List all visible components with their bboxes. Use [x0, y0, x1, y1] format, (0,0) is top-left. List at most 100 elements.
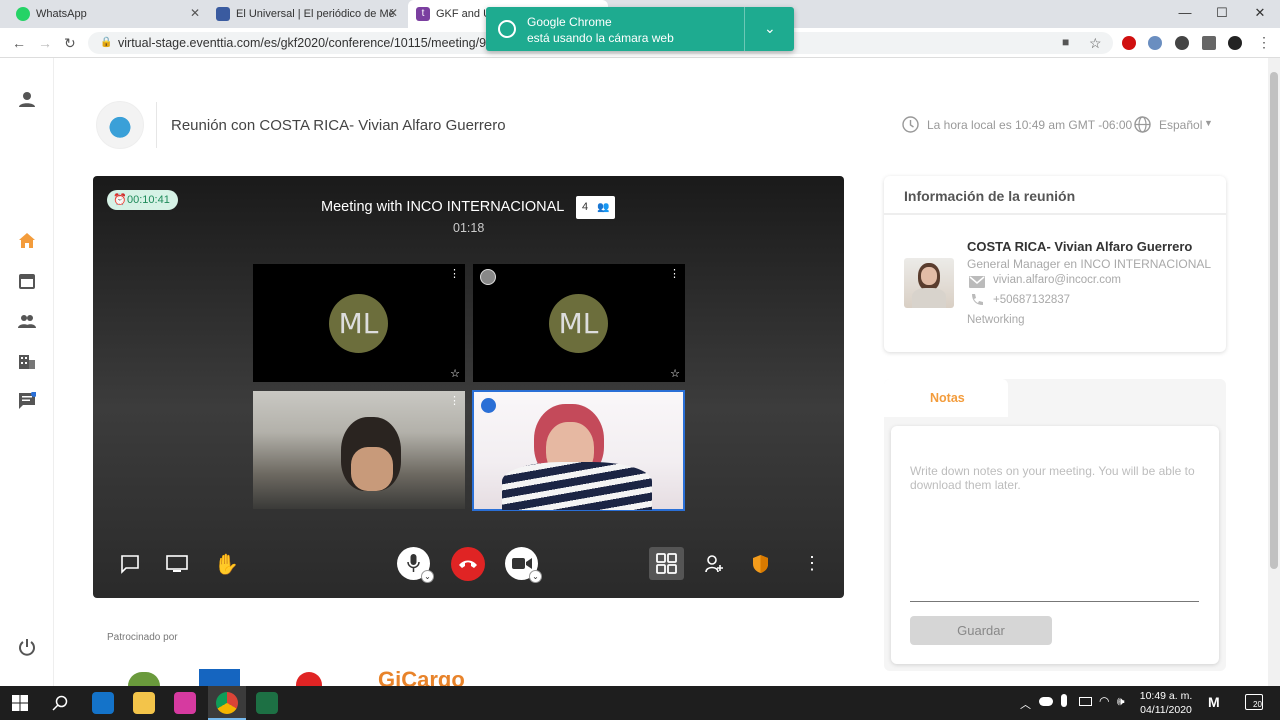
url-text: virtual-stage.eventtia.com/es/gkf2020/co…: [118, 36, 507, 50]
more-icon[interactable]: ⋮: [449, 267, 460, 280]
tab-label: El Universal | El periódico de Mé: [236, 8, 395, 20]
participant-count-value: 4: [582, 201, 589, 213]
connection-icon: [480, 269, 496, 285]
clock[interactable]: 10:49 a. m. 04/11/2020: [1137, 689, 1195, 717]
puzzle-icon[interactable]: [1202, 36, 1216, 50]
tab-label: WhatsApp: [36, 8, 87, 20]
phone-icon: [972, 294, 983, 305]
lock-icon: 🔒: [100, 37, 113, 48]
minimize-icon[interactable]: —: [1170, 2, 1200, 24]
video-tile[interactable]: ML ⋮ ☆: [253, 264, 465, 382]
search-icon[interactable]: [52, 695, 68, 711]
user-icon[interactable]: [18, 90, 36, 108]
whatsapp-app-icon[interactable]: [174, 692, 196, 714]
camera-notification[interactable]: Google Chrome está usando la cámara web …: [486, 7, 794, 51]
chevron-down-icon[interactable]: ⌄: [764, 20, 776, 37]
close-icon[interactable]: ✕: [388, 6, 398, 20]
notification-text: está usando la cámara web: [527, 31, 674, 45]
file-explorer-icon[interactable]: [133, 692, 155, 714]
speaker-icon: [481, 398, 496, 413]
tab-el-universal[interactable]: El Universal | El periódico de Mé ✕: [208, 0, 406, 28]
contact-name: COSTA RICA- Vivian Alfaro Guerrero: [967, 239, 1193, 254]
more-options-icon[interactable]: ⋮: [803, 553, 821, 574]
language-tray-icon[interactable]: M: [1208, 694, 1220, 710]
invite-people-icon[interactable]: [705, 555, 724, 573]
chevron-up-icon[interactable]: ︿: [1020, 696, 1031, 712]
scrollbar[interactable]: [1268, 58, 1280, 686]
extension-icon[interactable]: [1148, 36, 1162, 50]
video-tile[interactable]: ML ⋮ ☆: [473, 264, 685, 382]
microphone-tray-icon[interactable]: [1061, 694, 1067, 707]
home-icon[interactable]: [18, 232, 36, 250]
star-icon[interactable]: ☆: [1089, 35, 1102, 52]
caret-down-icon[interactable]: ▼: [1204, 118, 1213, 128]
profile-avatar[interactable]: [1228, 36, 1242, 50]
wifi-icon[interactable]: ◠: [1099, 694, 1109, 708]
reload-icon[interactable]: ↻: [64, 35, 76, 52]
person-face: [351, 447, 393, 491]
page-title: Reunión con COSTA RICA- Vivian Alfaro Gu…: [171, 117, 506, 134]
close-window-icon[interactable]: ✕: [1245, 2, 1275, 24]
video-camera-icon: [512, 558, 532, 569]
back-icon[interactable]: ←: [12, 35, 26, 51]
volume-icon[interactable]: 🕪: [1117, 694, 1125, 709]
chat-icon[interactable]: [18, 392, 36, 410]
sponsors-label: Patrocinado por: [107, 632, 178, 643]
notes-underline: [910, 601, 1199, 602]
extension-icon[interactable]: [1122, 36, 1136, 50]
more-icon[interactable]: ⋮: [449, 394, 460, 407]
onedrive-icon[interactable]: [1039, 697, 1053, 706]
tab-whatsapp[interactable]: WhatsApp ✕: [8, 0, 208, 28]
gicargo-logo[interactable]: GiCargo: [378, 667, 465, 686]
contact-email[interactable]: vivian.alfaro@incocr.com: [993, 274, 1121, 286]
screen-share-icon[interactable]: [166, 555, 188, 573]
security-shield-icon[interactable]: [752, 554, 769, 574]
close-icon[interactable]: ✕: [190, 6, 200, 20]
chat-icon[interactable]: [120, 554, 140, 574]
windows-start-icon[interactable]: [12, 695, 28, 711]
video-tile[interactable]: ⋮: [253, 391, 465, 509]
sponsor-logo[interactable]: [296, 672, 322, 686]
battery-icon[interactable]: [1079, 697, 1092, 706]
contact-phone[interactable]: +50687132837: [993, 294, 1070, 306]
chevron-down-icon[interactable]: ⌄: [529, 570, 542, 583]
divider: [884, 213, 1226, 215]
hangup-button[interactable]: [451, 547, 485, 581]
clock-date: 04/11/2020: [1140, 704, 1192, 716]
power-icon[interactable]: [18, 638, 36, 656]
building-icon[interactable]: [18, 352, 36, 370]
sponsor-logo[interactable]: [199, 669, 240, 686]
contact-position: General Manager en INCO INTERNACIONAL: [967, 257, 1212, 271]
chrome-taskbar-item[interactable]: [208, 686, 246, 720]
camera-button[interactable]: ⌄: [505, 547, 542, 583]
microphone-icon: [407, 554, 420, 572]
calendar-icon[interactable]: [18, 272, 36, 290]
grid-icon: [656, 553, 677, 574]
microphone-button[interactable]: ⌄: [397, 547, 434, 583]
sponsor-logo[interactable]: [128, 672, 160, 686]
raise-hand-icon[interactable]: ✋: [214, 552, 239, 577]
language-select[interactable]: Español: [1159, 118, 1202, 132]
tile-view-button[interactable]: [649, 547, 684, 580]
outlook-icon[interactable]: [92, 692, 114, 714]
people-icon[interactable]: [18, 312, 36, 330]
chevron-down-icon[interactable]: ⌄: [421, 570, 434, 583]
star-icon: ☆: [450, 368, 460, 380]
maximize-icon[interactable]: ☐: [1207, 2, 1237, 24]
save-button[interactable]: Guardar: [910, 616, 1052, 645]
excel-icon[interactable]: [256, 692, 278, 714]
sidebar: [0, 58, 54, 686]
scrollbar-thumb[interactable]: [1270, 72, 1278, 569]
forward-icon[interactable]: →: [38, 35, 52, 51]
extension-icon[interactable]: [1175, 36, 1189, 50]
meeting-info-card: Información de la reunión COSTA RICA- Vi…: [884, 176, 1226, 352]
video-tile-active[interactable]: [472, 390, 685, 511]
participant-count[interactable]: 4 👥: [576, 196, 615, 219]
more-icon[interactable]: ⋮: [669, 267, 680, 280]
notes-panel: Notas Write down notes on your meeting. …: [884, 379, 1226, 671]
camera-icon[interactable]: ■: [1062, 35, 1069, 49]
menu-icon[interactable]: ⋮: [1257, 34, 1271, 51]
tab-notes[interactable]: Notas: [884, 379, 1008, 417]
notification-center-icon[interactable]: 20: [1245, 694, 1263, 710]
notes-textarea[interactable]: Write down notes on your meeting. You wi…: [910, 464, 1200, 492]
